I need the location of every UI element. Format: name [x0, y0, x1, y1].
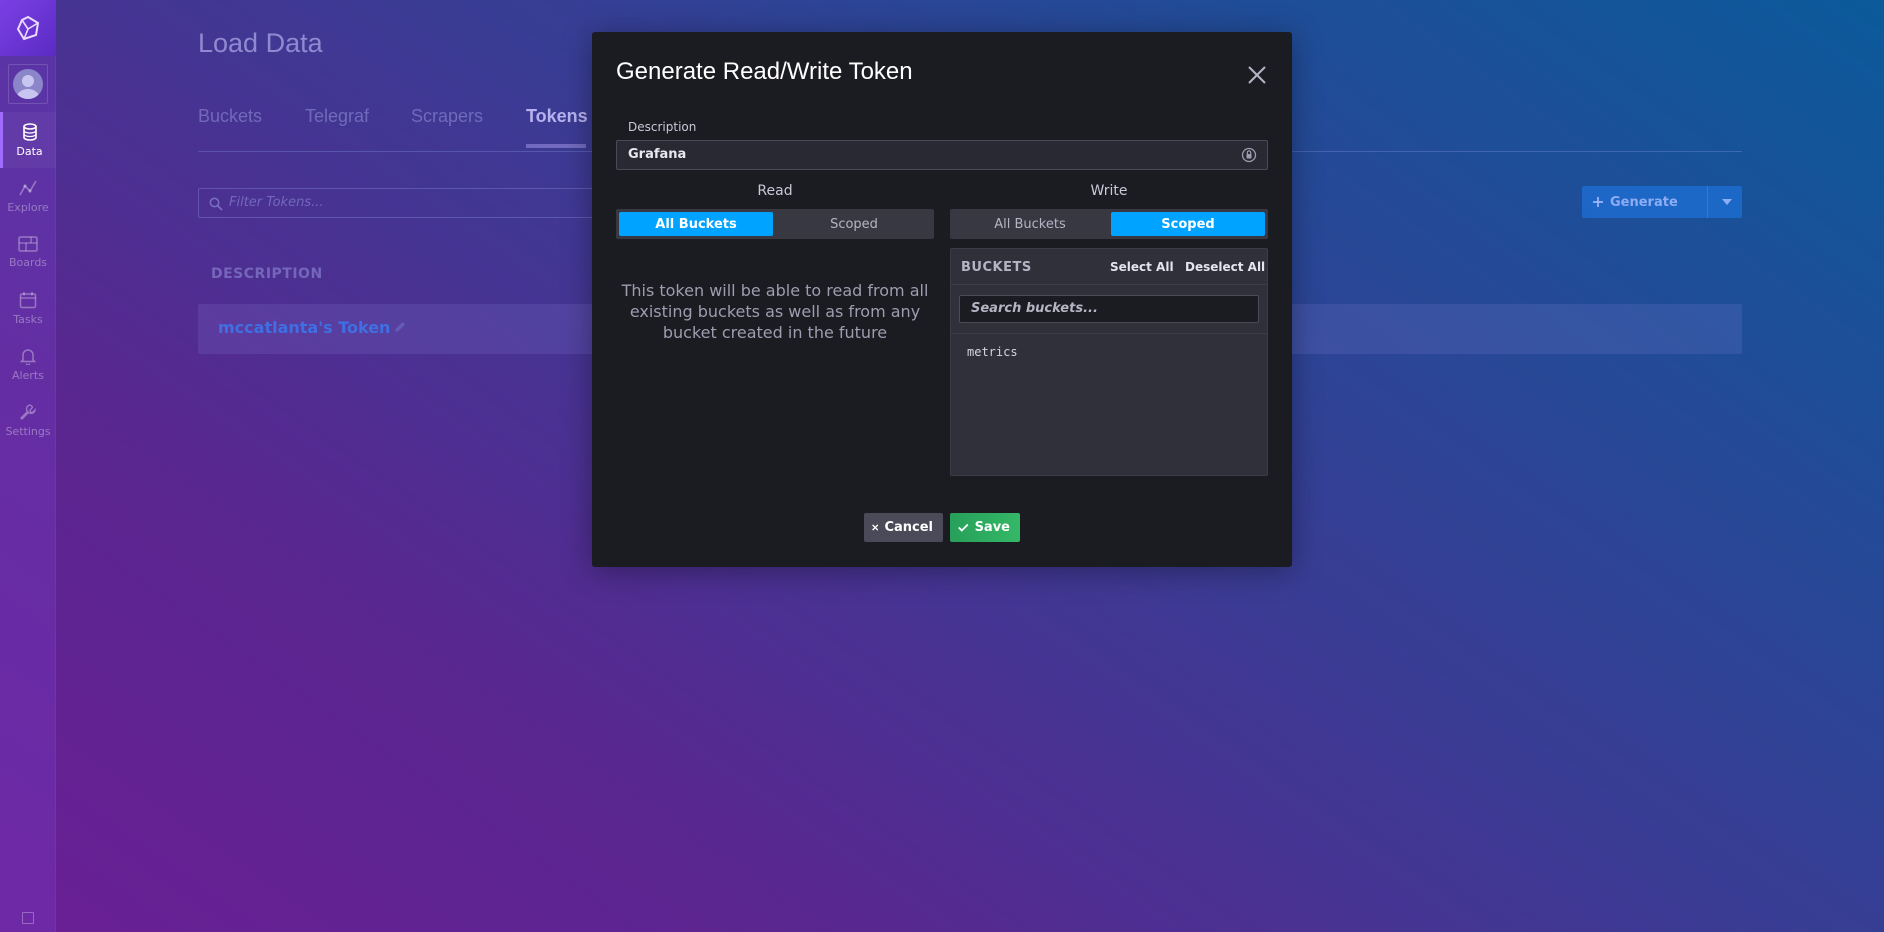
sidebar-item-boards[interactable]: Boards: [0, 224, 56, 280]
close-icon: [1248, 66, 1266, 84]
save-button[interactable]: Save: [950, 513, 1020, 542]
app-logo[interactable]: [0, 0, 56, 56]
tab-buckets[interactable]: Buckets: [198, 106, 262, 127]
buckets-panel-header: BUCKETS Select All Deselect All: [951, 249, 1267, 285]
save-label: Save: [974, 520, 1010, 535]
write-buckets-panel: BUCKETS Select All Deselect All Search b…: [950, 248, 1268, 476]
sidebar-item-label: Data: [16, 144, 43, 158]
buckets-panel-title: BUCKETS: [961, 260, 1032, 275]
calendar-icon: [19, 291, 37, 308]
generate-label: Generate: [1610, 194, 1678, 210]
checkmark-icon: [958, 523, 969, 532]
search-icon: [209, 197, 223, 211]
write-all-buckets-option[interactable]: All Buckets: [953, 212, 1107, 236]
read-scope-note: This token will be able to read from all…: [621, 281, 929, 342]
sidebar-item-label: Tasks: [13, 312, 43, 326]
read-scope-toggle: All Buckets Scoped: [616, 209, 934, 239]
graph-icon: [19, 180, 37, 195]
dialog-title: Generate Read/Write Token: [616, 58, 913, 85]
bucket-list-item[interactable]: metrics: [967, 345, 1018, 359]
avatar-icon: [13, 69, 43, 99]
search-buckets-input[interactable]: Search buckets...: [959, 295, 1259, 323]
write-scope-toggle: All Buckets Scoped: [950, 209, 1268, 239]
description-value: Grafana: [628, 147, 687, 162]
divider: [951, 333, 1267, 334]
generate-token-dialog: Generate Read/Write Token Description Gr…: [592, 32, 1292, 567]
password-manager-icon[interactable]: [1241, 147, 1257, 163]
read-heading: Read: [757, 183, 793, 199]
search-buckets-placeholder: Search buckets...: [971, 301, 1098, 316]
page-title: Load Data: [198, 28, 323, 58]
tab-scrapers[interactable]: Scrapers: [411, 106, 483, 127]
description-input[interactable]: Grafana: [616, 140, 1268, 170]
sidebar: Data Explore Boards Tasks Alerts Setting…: [0, 0, 56, 932]
logo-icon: [16, 15, 40, 41]
sidebar-item-label: Boards: [8, 255, 48, 269]
sidebar-item-label: Alerts: [12, 368, 44, 382]
filter-placeholder: Filter Tokens...: [229, 195, 324, 210]
generate-button[interactable]: Generate: [1582, 186, 1742, 218]
active-tab-indicator: [526, 144, 586, 148]
cancel-label: Cancel: [884, 520, 933, 535]
sidebar-item-explore[interactable]: Explore: [0, 168, 56, 224]
tab-telegraf[interactable]: Telegraf: [305, 106, 369, 127]
column-header-description: DESCRIPTION: [211, 266, 323, 282]
sidebar-item-data[interactable]: Data: [0, 112, 56, 168]
button-separator: [1707, 186, 1708, 218]
database-icon: [22, 122, 37, 141]
user-avatar[interactable]: [8, 64, 48, 104]
close-icon: [872, 524, 879, 531]
sidebar-item-tasks[interactable]: Tasks: [0, 280, 56, 336]
plus-icon: [1593, 197, 1603, 207]
read-scoped-option[interactable]: Scoped: [777, 212, 931, 236]
description-label: Description: [628, 120, 697, 134]
sidebar-item-alerts[interactable]: Alerts: [0, 336, 56, 392]
write-scoped-option[interactable]: Scoped: [1111, 212, 1265, 236]
edit-icon[interactable]: [394, 321, 406, 333]
close-button[interactable]: [1242, 60, 1272, 90]
collapse-sidebar-icon[interactable]: [22, 912, 34, 924]
dashboard-icon: [18, 235, 38, 252]
token-name-link[interactable]: mccatlanta's Token: [218, 318, 390, 337]
deselect-all-button[interactable]: Deselect All: [1185, 260, 1265, 274]
write-heading: Write: [1090, 183, 1128, 199]
cancel-button[interactable]: Cancel: [864, 513, 943, 542]
tab-tokens[interactable]: Tokens: [526, 106, 588, 127]
select-all-button[interactable]: Select All: [1110, 260, 1174, 274]
sidebar-item-settings[interactable]: Settings: [0, 392, 56, 448]
bell-icon: [19, 348, 37, 365]
wrench-icon: [20, 403, 37, 420]
sidebar-item-label: Settings: [5, 424, 51, 438]
chevron-down-icon[interactable]: [1722, 199, 1732, 205]
read-all-buckets-option[interactable]: All Buckets: [619, 212, 773, 236]
sidebar-item-label: Explore: [7, 200, 49, 214]
